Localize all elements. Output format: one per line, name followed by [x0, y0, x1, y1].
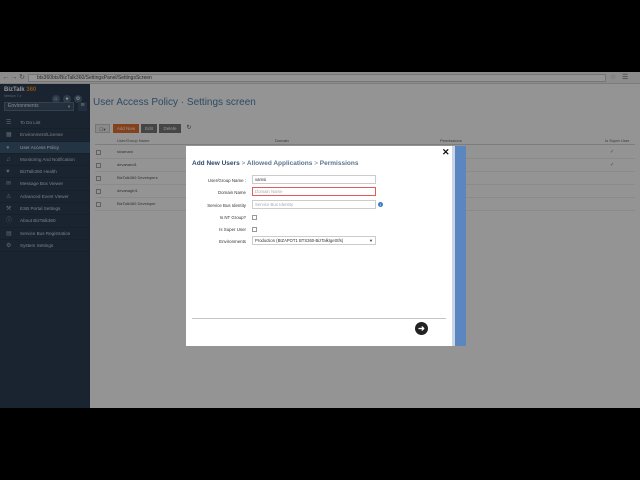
dialog-title: Add New Users > Allowed Applications > P… [192, 160, 359, 167]
next-arrow-button[interactable]: ➜ [415, 322, 428, 335]
environments-select[interactable]: Production (BIZAPOT1 BTS360-BizTalkIgetS… [252, 236, 376, 245]
super-user-label: Is Super User [219, 227, 246, 232]
environments-label: Environments [219, 239, 246, 244]
add-user-dialog: ✕ Add New Users > Allowed Applications >… [186, 146, 466, 346]
domain-label: Domain Name [217, 190, 246, 195]
modal-overlay: ✕ Add New Users > Allowed Applications >… [0, 72, 640, 408]
nt-group-label: Is NT Group? [219, 215, 246, 220]
dialog-scrollbar[interactable] [452, 146, 466, 346]
dialog-divider [192, 318, 446, 319]
domain-input[interactable] [252, 187, 376, 196]
service-bus-label: Service Bus Identity [207, 203, 246, 208]
user-group-input[interactable] [252, 175, 376, 184]
close-icon[interactable]: ✕ [442, 147, 450, 158]
super-user-checkbox[interactable] [252, 227, 257, 232]
info-icon[interactable]: i [378, 202, 383, 207]
nt-group-checkbox[interactable] [252, 215, 257, 220]
chevron-down-icon: ▼ [369, 238, 373, 243]
service-bus-identity-input[interactable] [252, 200, 376, 209]
screen: ← → ↻ bts360bts/BizTalk360/SettingsPanel… [0, 72, 640, 408]
user-group-label: User/Group Name : [207, 178, 246, 183]
